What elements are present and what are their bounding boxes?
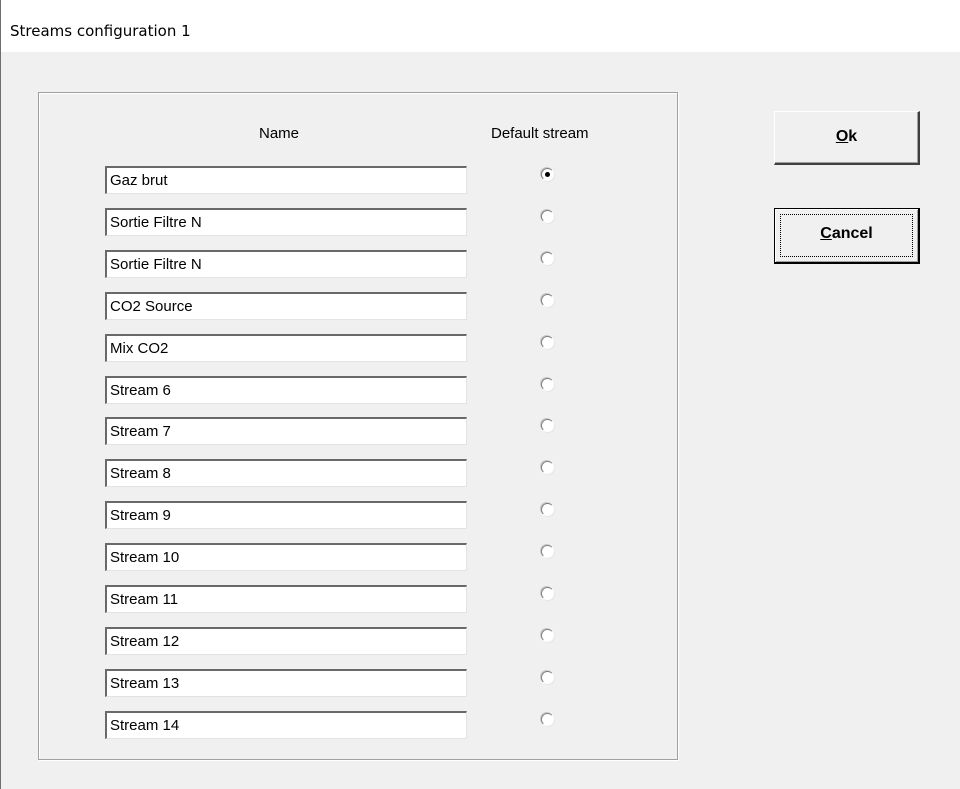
stream-name-field[interactable]: CO2 Source (105, 292, 467, 320)
stream-name-field[interactable]: Stream 11 (105, 585, 467, 613)
stream-name-field[interactable]: Sortie Filtre N (105, 250, 467, 278)
default-stream-radio[interactable] (541, 419, 554, 432)
default-stream-radio[interactable] (541, 671, 554, 684)
default-stream-radio[interactable] (541, 168, 554, 181)
streams-config-dialog: Streams configuration 1 Name Default str… (0, 0, 960, 789)
cancel-mnemonic: C (820, 225, 832, 242)
stream-name-field[interactable]: Gaz brut (105, 166, 467, 194)
stream-name-field[interactable]: Stream 8 (105, 459, 467, 487)
cancel-button[interactable]: Cancel (774, 208, 920, 264)
cancel-label-rest: ancel (831, 225, 873, 242)
stream-name-field[interactable]: Mix CO2 (105, 334, 467, 362)
ok-label-rest: k (848, 128, 858, 145)
default-stream-radio[interactable] (541, 336, 554, 349)
default-stream-radio[interactable] (541, 252, 554, 265)
radio-selected-dot (545, 172, 550, 177)
default-stream-radio[interactable] (541, 378, 554, 391)
default-stream-radio[interactable] (541, 713, 554, 726)
name-column-header: Name (259, 125, 300, 142)
stream-name-field[interactable]: Stream 14 (105, 711, 467, 739)
title-bar[interactable]: Streams configuration 1 (1, 0, 960, 52)
default-stream-radio[interactable] (541, 503, 554, 516)
stream-name-field[interactable]: Stream 10 (105, 543, 467, 571)
stream-name-field[interactable]: Stream 9 (105, 501, 467, 529)
stream-name-field[interactable]: Stream 12 (105, 627, 467, 655)
ok-mnemonic: O (835, 128, 849, 145)
stream-name-field[interactable]: Stream 13 (105, 669, 467, 697)
window-title: Streams configuration 1 (10, 22, 191, 40)
stream-name-field[interactable]: Sortie Filtre N (105, 208, 467, 236)
ok-button[interactable]: Ok (774, 111, 920, 165)
stream-name-field[interactable]: Stream 7 (105, 417, 467, 445)
default-stream-radio[interactable] (541, 294, 554, 307)
default-stream-radio[interactable] (541, 587, 554, 600)
stream-name-field[interactable]: Stream 6 (105, 376, 467, 404)
default-stream-radio[interactable] (541, 210, 554, 223)
default-stream-column-header: Default stream (491, 125, 589, 142)
default-stream-radio[interactable] (541, 461, 554, 474)
default-stream-radio[interactable] (541, 545, 554, 558)
default-stream-radio[interactable] (541, 629, 554, 642)
